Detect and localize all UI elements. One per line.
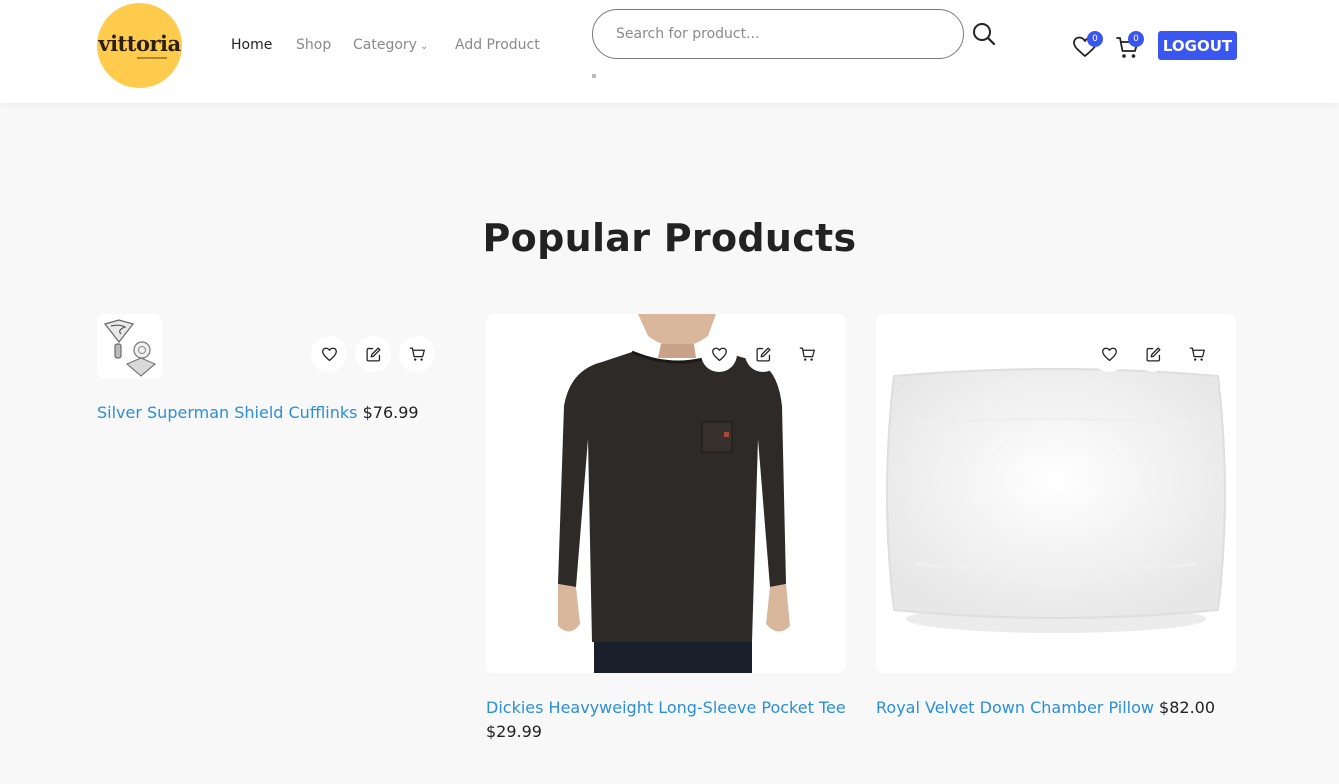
product-info: Silver Superman Shield Cufflinks $76.99 — [97, 401, 437, 425]
brand-logo[interactable]: vittoria — [97, 3, 182, 88]
nav-add-product[interactable]: Add Product — [455, 37, 540, 53]
product-price: $76.99 — [362, 403, 419, 422]
product-price: $29.99 — [486, 722, 542, 741]
nav-shop[interactable]: Shop — [296, 37, 331, 53]
wishlist-button[interactable]: 0 — [1072, 31, 1103, 59]
edit-product-button[interactable] — [355, 336, 391, 372]
add-to-wishlist-button[interactable] — [311, 336, 347, 372]
cart-icon — [799, 346, 815, 361]
product-actions — [311, 336, 435, 372]
edit-product-button[interactable] — [745, 336, 781, 372]
edit-product-button[interactable] — [1135, 336, 1171, 372]
product-title-link[interactable]: Royal Velvet Down Chamber Pillow — [876, 698, 1154, 717]
add-to-cart-button[interactable] — [1179, 336, 1215, 372]
logout-button[interactable]: LOGOUT — [1158, 31, 1237, 60]
edit-icon — [365, 346, 381, 362]
product-price: $82.00 — [1159, 698, 1216, 717]
search-icon[interactable] — [971, 21, 997, 47]
product-title-link[interactable]: Dickies Heavyweight Long-Sleeve Pocket T… — [486, 698, 846, 717]
logo-text: vittoria — [98, 30, 181, 56]
product-info: Royal Velvet Down Chamber Pillow $82.00 — [876, 696, 1236, 720]
chevron-down-icon: ⌄ — [419, 41, 429, 52]
nav-home[interactable]: Home — [231, 37, 272, 53]
wishlist-count-badge: 0 — [1087, 31, 1103, 47]
product-actions — [1091, 336, 1215, 372]
heart-icon — [711, 347, 727, 361]
cart-count-badge: 0 — [1128, 31, 1144, 47]
product-actions — [701, 336, 825, 372]
add-to-wishlist-button[interactable] — [1091, 336, 1127, 372]
product-title-link[interactable]: Silver Superman Shield Cufflinks — [97, 403, 357, 422]
edit-icon — [755, 346, 771, 362]
cart-icon — [409, 346, 425, 361]
nav-category[interactable]: Category ⌄ — [353, 37, 428, 53]
heart-icon — [321, 347, 337, 361]
cart-button[interactable]: 0 — [1116, 31, 1144, 60]
edit-icon — [1145, 346, 1161, 362]
product-image-cufflinks[interactable] — [97, 314, 162, 379]
add-to-cart-button[interactable] — [789, 336, 825, 372]
cufflinks-image — [97, 314, 162, 379]
search-input[interactable] — [592, 9, 964, 59]
nav-category-label: Category — [353, 37, 417, 53]
section-title: Popular Products — [482, 216, 857, 260]
add-to-wishlist-button[interactable] — [701, 336, 737, 372]
site-header: vittoria Home Shop Category ⌄ Add Product… — [0, 0, 1339, 103]
logo-tagline-mark — [136, 56, 167, 59]
heart-icon — [1101, 347, 1117, 361]
product-info: Dickies Heavyweight Long-Sleeve Pocket T… — [486, 696, 856, 744]
cart-icon — [1189, 346, 1205, 361]
search-results-marker — [592, 74, 596, 78]
add-to-cart-button[interactable] — [399, 336, 435, 372]
